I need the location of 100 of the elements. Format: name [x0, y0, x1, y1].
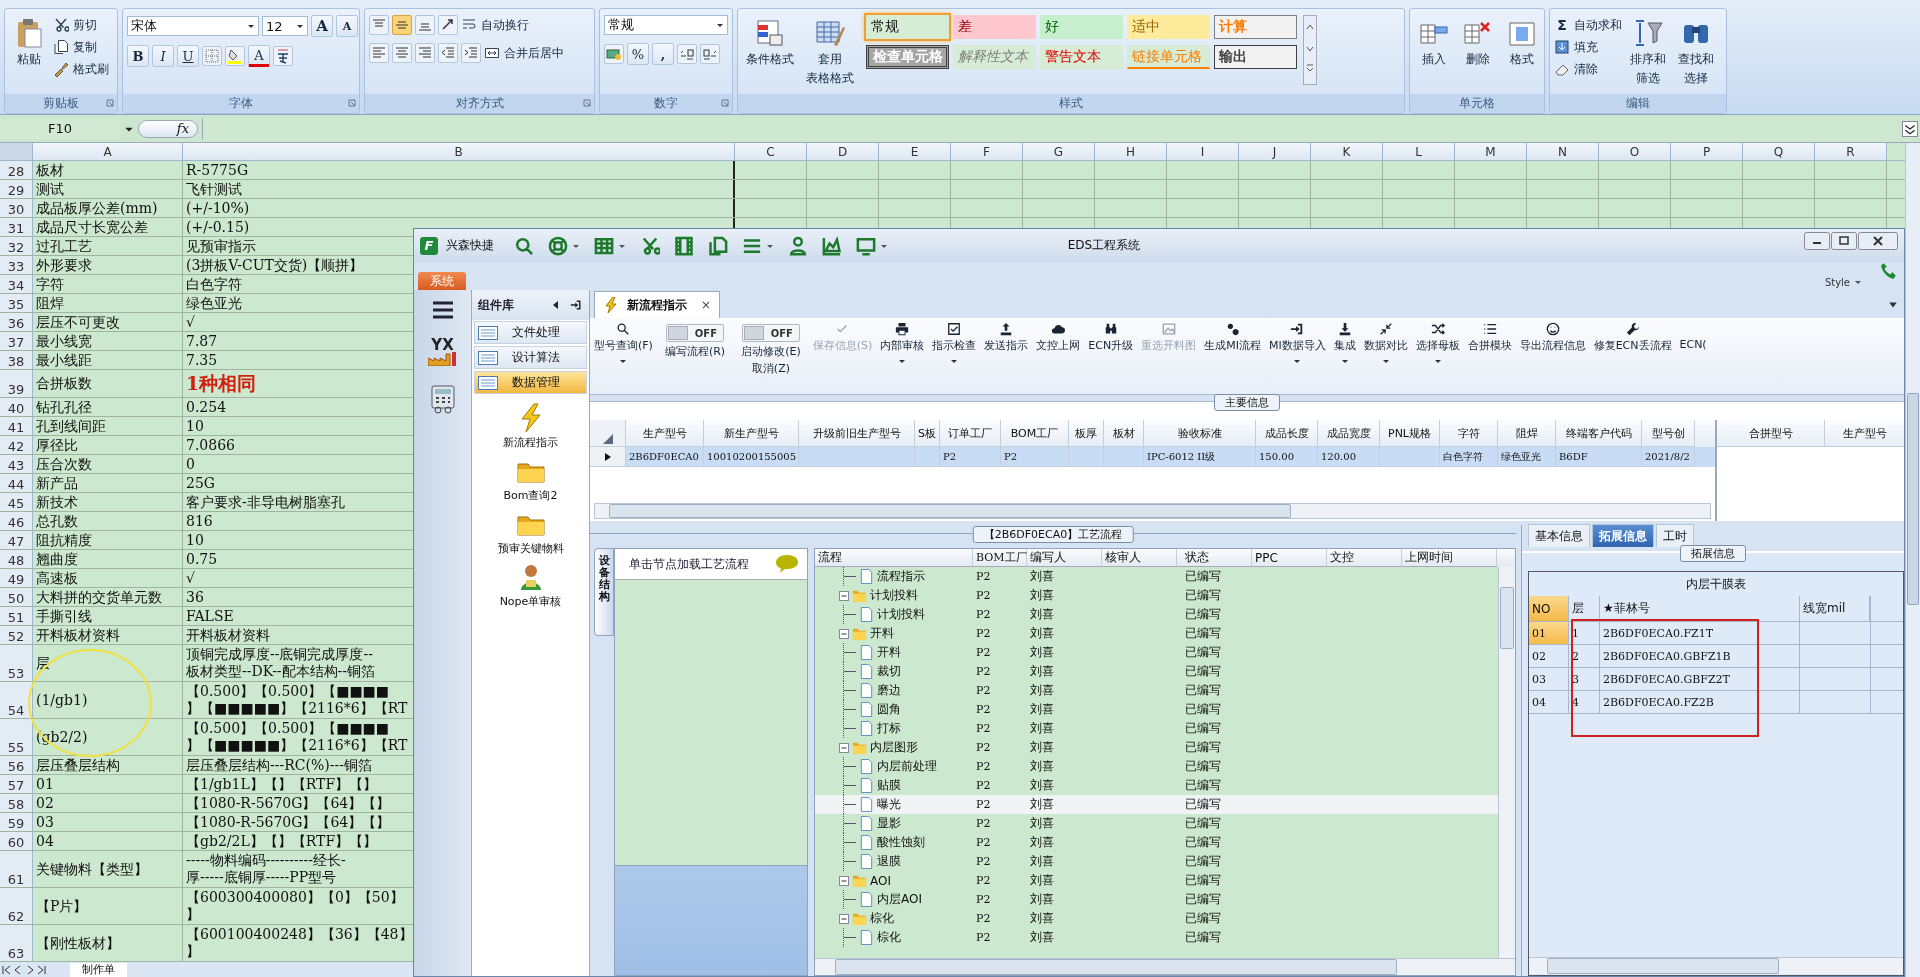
- collapse-toggle-icon[interactable]: [839, 875, 849, 886]
- tree-row[interactable]: 圆角 P2 刘喜 已编写: [815, 700, 1498, 719]
- table-row[interactable]: 2B6DF0ECA0 10010200155005 P2 P2 IPC-6012 II级 150.00 120.00 白色字符 绿色亚光 B6DF 2021/8/2: [590, 447, 1715, 467]
- toolbar-button[interactable]: 内部审核: [876, 320, 929, 367]
- cut-button[interactable]: 剪切: [53, 15, 109, 35]
- name-box[interactable]: F10: [0, 118, 120, 139]
- column-header[interactable]: L: [1383, 143, 1455, 160]
- grid-icon[interactable]: [594, 235, 614, 256]
- format-button[interactable]: 格式: [1502, 15, 1542, 70]
- align-center-icon[interactable]: [392, 43, 412, 63]
- column-header[interactable]: C: [735, 143, 807, 160]
- column-header[interactable]: I: [1167, 143, 1239, 160]
- tree-row[interactable]: 开料 P2 刘喜 已编写: [815, 643, 1498, 662]
- row-header[interactable]: 36: [0, 313, 33, 331]
- tree-row[interactable]: 内层图形 P2 刘喜 已编写: [815, 738, 1498, 757]
- decrease-indent-icon[interactable]: [438, 43, 458, 63]
- phone-icon[interactable]: [1880, 262, 1898, 280]
- toggle-switch[interactable]: OFF: [741, 324, 800, 342]
- clear-button[interactable]: 清除: [1554, 59, 1622, 79]
- caret-icon[interactable]: [1854, 278, 1862, 286]
- column-header[interactable]: K: [1311, 143, 1383, 160]
- increase-indent-icon[interactable]: [461, 43, 481, 63]
- row-header[interactable]: 51: [0, 607, 33, 625]
- sort-filter-button[interactable]: 排序和 筛选: [1626, 15, 1670, 89]
- column-header[interactable]: H: [1095, 143, 1167, 160]
- row-header[interactable]: 59: [0, 813, 33, 831]
- sign-in-icon[interactable]: [569, 299, 583, 311]
- style-menu[interactable]: Style: [1824, 277, 1850, 288]
- insert-button[interactable]: 插入: [1414, 15, 1454, 70]
- fill-color-icon[interactable]: [225, 46, 245, 66]
- row-header[interactable]: 53: [0, 645, 33, 681]
- cell-style-option[interactable]: 差: [953, 15, 1036, 39]
- align-right-icon[interactable]: [415, 43, 435, 63]
- underline-button[interactable]: U: [177, 45, 199, 67]
- row-header[interactable]: 58: [0, 794, 33, 812]
- row-header[interactable]: 29: [0, 180, 33, 198]
- toolbar-button[interactable]: 生成MI流程: [1200, 320, 1265, 355]
- bold-button[interactable]: B: [127, 45, 149, 67]
- tree-row[interactable]: 裁切 P2 刘喜 已编写: [815, 662, 1498, 681]
- column-header[interactable]: 生产型号: [1825, 420, 1904, 447]
- collapse-toggle-icon[interactable]: [839, 628, 849, 639]
- autosum-button[interactable]: Σ 自动求和: [1554, 15, 1622, 35]
- library-category[interactable]: 设计算法: [474, 346, 587, 369]
- tab[interactable]: 拓展信息: [1592, 524, 1654, 547]
- search-icon[interactable]: [514, 235, 534, 256]
- format-painter-button[interactable]: 格式刷: [53, 59, 109, 79]
- row-header[interactable]: 32: [0, 237, 33, 255]
- row-header[interactable]: 54: [0, 682, 33, 718]
- toolbar-button[interactable]: 文控上网: [1032, 320, 1085, 355]
- tree-row[interactable]: 开料 P2 刘喜 已编写: [815, 624, 1498, 643]
- gallery-scroll-icon[interactable]: [1303, 15, 1317, 85]
- row-header[interactable]: 43: [0, 455, 33, 473]
- toolbar-button[interactable]: 合拼模块: [1463, 320, 1516, 355]
- scissors-icon[interactable]: [640, 235, 660, 256]
- tree-row[interactable]: 计划投料 P2 刘喜 已编写: [815, 586, 1498, 605]
- column-header[interactable]: PPC: [1252, 549, 1327, 567]
- percent-button[interactable]: %: [627, 43, 649, 65]
- tree-row[interactable]: 棕化 P2 刘喜 已编写: [815, 909, 1498, 928]
- grow-font-button[interactable]: A: [311, 15, 333, 37]
- tree-row[interactable]: 内层AOI P2 刘喜 已编写: [815, 890, 1498, 909]
- tree-row[interactable]: 棕化 P2 刘喜 已编写: [815, 928, 1498, 947]
- orientation-icon[interactable]: [438, 15, 458, 35]
- table-cell[interactable]: 02: [1529, 645, 1569, 667]
- column-header[interactable]: P: [1671, 143, 1743, 160]
- column-header[interactable]: J: [1239, 143, 1311, 160]
- close-tab-button[interactable]: ×: [701, 298, 712, 312]
- find-select-button[interactable]: 查找和 选择: [1674, 15, 1718, 89]
- font-size-dropdown[interactable]: 12: [262, 16, 308, 36]
- decrease-decimal-icon[interactable]: [700, 44, 720, 64]
- italic-button[interactable]: I: [152, 45, 174, 67]
- toolbar-button[interactable]: 集成: [1329, 320, 1360, 367]
- row-header[interactable]: 63: [0, 925, 33, 961]
- insert-function-button[interactable]: fx: [138, 119, 198, 138]
- row-header[interactable]: 28: [0, 161, 33, 179]
- column-header[interactable]: NO: [1529, 596, 1569, 621]
- lifebuoy-icon[interactable]: [548, 235, 568, 256]
- cell-style-option[interactable]: 适中: [1127, 15, 1210, 39]
- column-header[interactable]: 合拼型号: [1717, 420, 1825, 447]
- column-header[interactable]: F: [951, 143, 1023, 160]
- column-header[interactable]: 核审人: [1102, 549, 1177, 567]
- table-cell[interactable]: 01: [1529, 622, 1569, 644]
- paste-button[interactable]: 粘贴: [9, 15, 49, 87]
- library-category[interactable]: 数据管理: [474, 371, 587, 394]
- row-header[interactable]: 49: [0, 569, 33, 587]
- tree-row[interactable]: 磨边 P2 刘喜 已编写: [815, 681, 1498, 700]
- tree-row[interactable]: AOI P2 刘喜 已编写: [815, 871, 1498, 890]
- merge-center-button[interactable]: 合并后居中: [484, 43, 564, 63]
- fill-button[interactable]: 填充: [1554, 37, 1622, 57]
- row-header[interactable]: 48: [0, 550, 33, 568]
- horizontal-scrollbar[interactable]: [1529, 957, 1903, 974]
- row-header[interactable]: 33: [0, 256, 33, 274]
- minimize-button[interactable]: [1804, 232, 1830, 250]
- font-family-dropdown[interactable]: 宋体: [127, 16, 259, 36]
- toolbar-button[interactable]: 数据对比: [1359, 320, 1412, 367]
- row-header[interactable]: 60: [0, 832, 33, 850]
- currency-icon[interactable]: [604, 44, 624, 64]
- phonetic-icon[interactable]: [273, 46, 293, 66]
- toggle-switch[interactable]: OFF: [666, 324, 725, 342]
- toolbar-button[interactable]: 选择母板: [1411, 320, 1464, 367]
- column-header[interactable]: 编写人: [1027, 549, 1102, 567]
